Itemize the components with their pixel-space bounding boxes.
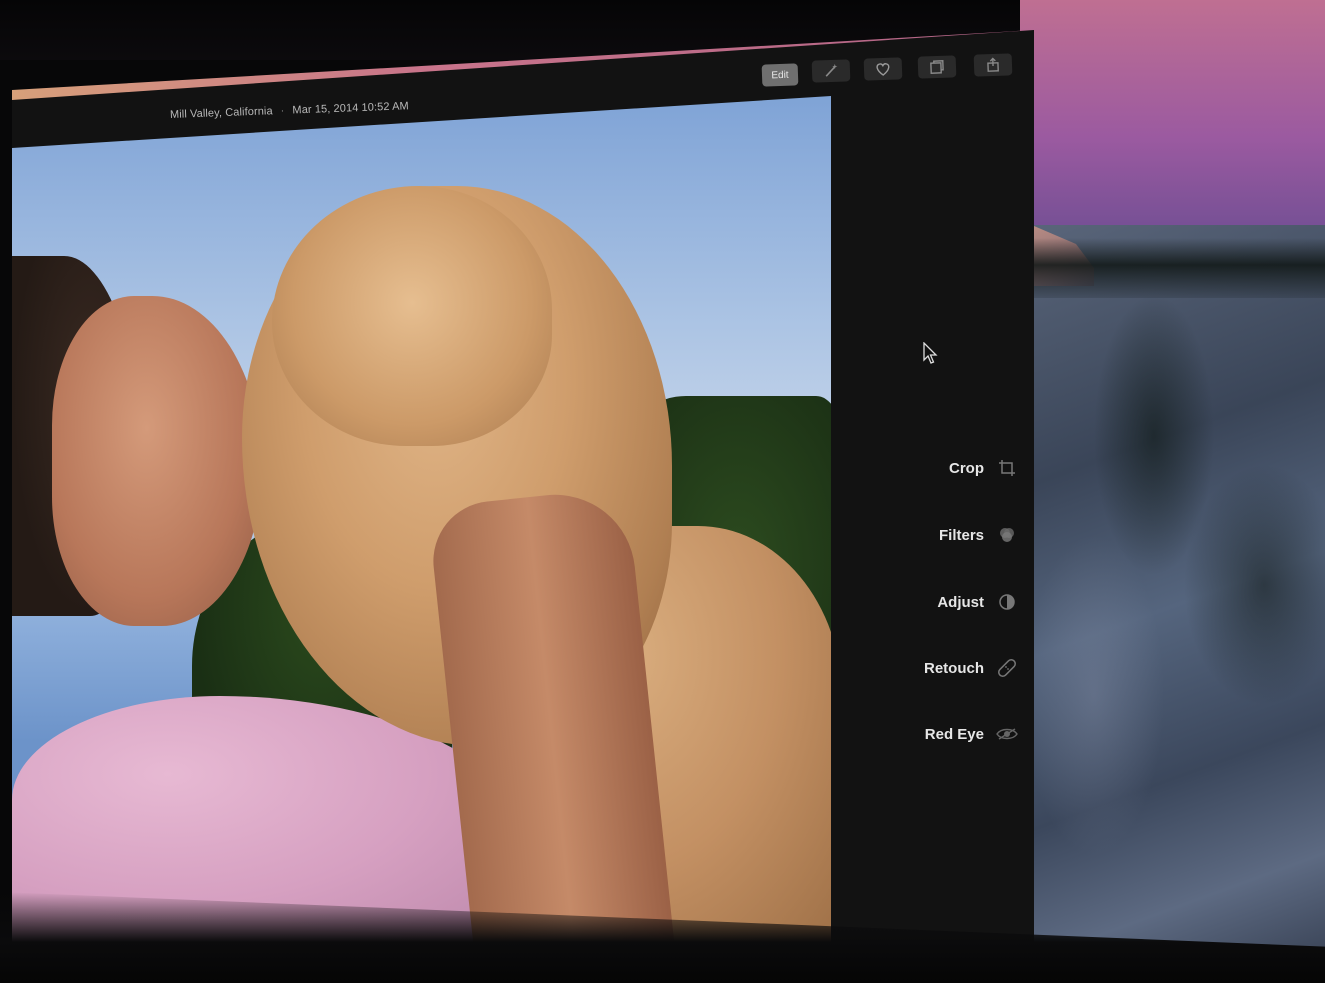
tool-label: Crop (949, 459, 984, 477)
heart-icon (876, 63, 890, 76)
filters-icon (996, 524, 1018, 546)
photo-metadata: Mill Valley, California · Mar 15, 2014 10:… (170, 100, 409, 121)
photo-woman-face (52, 296, 262, 626)
add-to-album-icon (930, 60, 944, 74)
tool-red-eye[interactable]: Red Eye (925, 723, 1018, 745)
tool-retouch[interactable]: Retouch (924, 657, 1018, 679)
tool-label: Filters (938, 526, 984, 544)
bandage-icon (996, 657, 1018, 679)
mouse-pointer-icon (923, 342, 938, 364)
tool-filters[interactable]: Filters (939, 524, 1018, 546)
wallpaper-treeline (1034, 238, 1325, 298)
magic-wand-icon (825, 63, 838, 77)
tool-label: Retouch (924, 659, 984, 677)
metadata-separator: · (280, 104, 285, 117)
photo-datetime: Mar 15, 2014 10:52 AM (292, 100, 410, 117)
crop-icon (996, 457, 1018, 479)
wallpaper-cliff (1034, 225, 1325, 983)
enhance-button[interactable] (811, 59, 851, 83)
photo-canvas[interactable] (12, 96, 831, 955)
edit-button[interactable]: Edit (761, 63, 799, 87)
stage-backdrop: Mill Valley, California · Mar 15, 2014 10:… (0, 0, 1325, 983)
tool-crop[interactable]: Crop (949, 457, 1018, 479)
edit-tools-panel: Crop Filters Adjust Retouch Red Eye (832, 90, 1034, 955)
photos-window: Mill Valley, California · Mar 15, 2014 10:… (12, 30, 1034, 955)
photo-location: Mill Valley, California (169, 105, 273, 121)
photo-puppy-head (272, 186, 552, 446)
red-eye-icon (996, 723, 1018, 745)
tool-label: Red Eye (924, 725, 984, 743)
tool-label: Adjust (937, 593, 984, 611)
add-to-button[interactable] (917, 55, 957, 79)
share-button[interactable] (973, 53, 1013, 77)
adjust-icon (996, 591, 1018, 613)
tool-adjust[interactable]: Adjust (937, 591, 1018, 613)
favorite-button[interactable] (863, 57, 903, 81)
share-icon (987, 57, 999, 72)
